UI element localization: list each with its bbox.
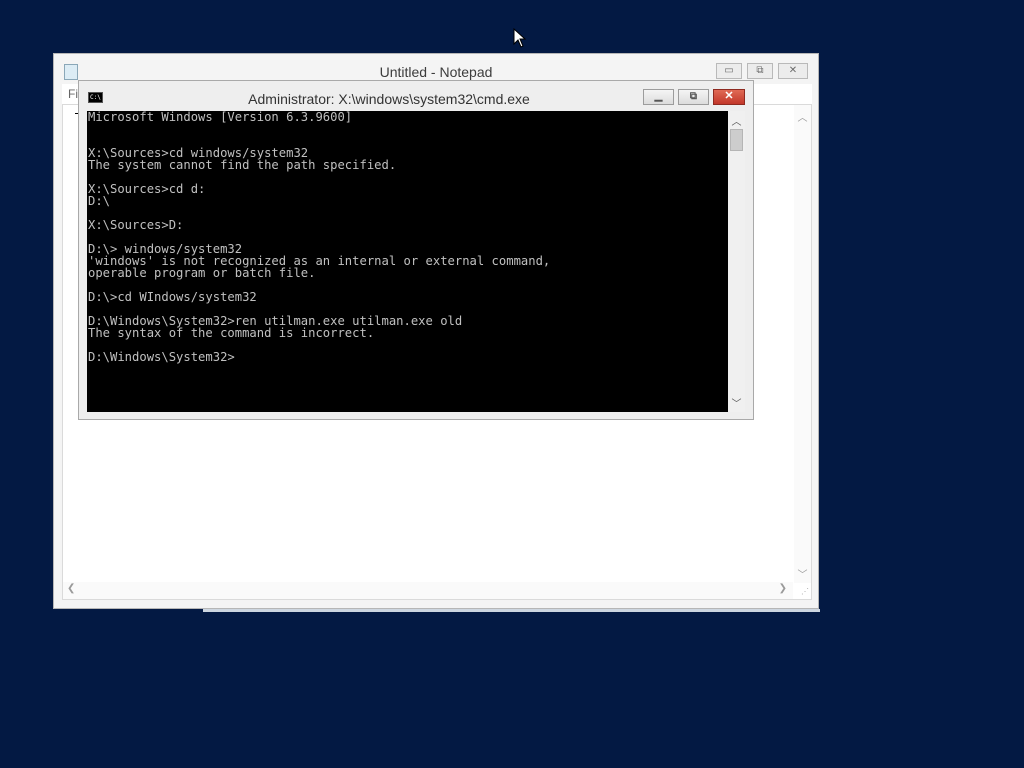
scrollbar-thumb[interactable] bbox=[730, 129, 743, 151]
menu-file[interactable]: Fi bbox=[68, 87, 78, 101]
scroll-left-arrow-icon[interactable]: ❮ bbox=[67, 583, 75, 594]
mouse-pointer-icon bbox=[513, 28, 527, 48]
cmd-vertical-scrollbar[interactable]: ︿ ﹀ bbox=[728, 111, 745, 412]
console-line: operable program or batch file. bbox=[88, 266, 316, 280]
console-line: X:\Sources>cd d: bbox=[88, 182, 206, 196]
cmd-window[interactable]: C:\ Administrator: X:\windows\system32\c… bbox=[78, 80, 754, 420]
notepad-minimize-button[interactable]: ▭ bbox=[716, 63, 742, 79]
notepad-vertical-scrollbar[interactable]: ︿ ﹀ bbox=[794, 105, 811, 583]
minimize-icon: ▭ bbox=[724, 65, 734, 76]
desktop: Untitled - Notepad ▭ ⧉ ✕ Fi ︿ ﹀ ❮ ❯ ⋰ C:… bbox=[0, 0, 1024, 768]
console-line: The syntax of the command is incorrect. bbox=[88, 326, 375, 340]
cmd-console-output[interactable]: Microsoft Windows [Version 6.3.9600] X:\S… bbox=[87, 111, 728, 412]
window-edge-highlight bbox=[203, 609, 820, 612]
scroll-right-arrow-icon[interactable]: ❯ bbox=[779, 583, 787, 594]
cmd-titlebar[interactable]: C:\ Administrator: X:\windows\system32\c… bbox=[79, 81, 753, 111]
scroll-down-arrow-icon[interactable]: ﹀ bbox=[728, 395, 745, 410]
console-line: X:\Sources>D: bbox=[88, 218, 184, 232]
close-icon: ✕ bbox=[724, 90, 734, 102]
restore-icon: ⧉ bbox=[689, 91, 698, 102]
console-line: D:\>cd WIndows/system32 bbox=[88, 290, 257, 304]
scroll-up-arrow-icon[interactable]: ︿ bbox=[794, 109, 811, 124]
console-line: Microsoft Windows [Version 6.3.9600] bbox=[88, 111, 353, 124]
restore-icon: ⧉ bbox=[756, 65, 764, 76]
cmd-minimize-button[interactable]: ▁ bbox=[643, 89, 674, 105]
cmd-window-controls: ▁ ⧉ ✕ bbox=[643, 89, 745, 105]
console-line: The system cannot find the path specifie… bbox=[88, 158, 397, 172]
notepad-restore-button[interactable]: ⧉ bbox=[747, 63, 773, 79]
resize-grip-icon[interactable]: ⋰ bbox=[799, 587, 809, 597]
console-lines: Microsoft Windows [Version 6.3.9600] X:\S… bbox=[87, 111, 728, 363]
notepad-horizontal-scrollbar[interactable]: ❮ ❯ bbox=[63, 582, 793, 599]
cmd-close-button[interactable]: ✕ bbox=[713, 89, 745, 105]
scroll-down-arrow-icon[interactable]: ﹀ bbox=[794, 566, 811, 581]
close-icon: ✕ bbox=[788, 65, 798, 76]
notepad-window-controls: ▭ ⧉ ✕ bbox=[716, 63, 808, 79]
cmd-restore-button[interactable]: ⧉ bbox=[678, 89, 709, 105]
scroll-up-arrow-icon[interactable]: ︿ bbox=[728, 113, 745, 128]
notepad-close-button[interactable]: ✕ bbox=[778, 63, 808, 79]
minimize-icon: ▁ bbox=[654, 91, 663, 102]
console-line: D:\ bbox=[88, 194, 111, 208]
console-line: D:\Windows\System32> bbox=[88, 350, 235, 364]
